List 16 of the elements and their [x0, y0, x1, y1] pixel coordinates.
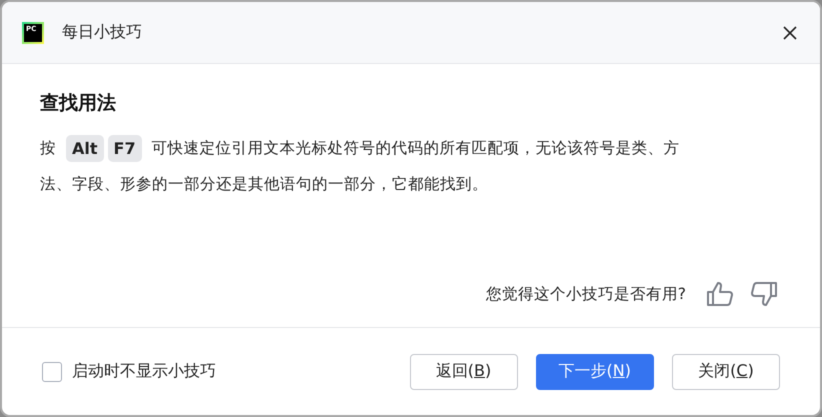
checkbox[interactable] [42, 362, 62, 382]
tip-text: 法、字段、形参的一部分还是其他语句的一部分，它都能找到。 [40, 174, 488, 195]
thumbs-up-icon[interactable] [706, 281, 734, 307]
key-chip: F7 [108, 134, 142, 162]
thumbs-down-icon[interactable] [750, 281, 778, 307]
dialog-button[interactable]: 关闭(C) [672, 354, 780, 390]
next-button[interactable]: 下一步(N) [536, 354, 654, 390]
key-chip: Alt [66, 134, 104, 162]
tip-title: 查找用法 [40, 91, 117, 116]
tip-text: 可快速定位引用文本光标处符号的代码的所有匹配项，无论该符号是类、方 [152, 138, 680, 159]
dialog-button[interactable]: 返回(B) [410, 354, 518, 390]
checkbox-label: 启动时不显示小技巧 [72, 361, 216, 382]
feedback-question: 您觉得这个小技巧是否有用? [486, 284, 686, 304]
close-icon [782, 24, 798, 40]
window-title: 每日小技巧 [62, 22, 143, 43]
tip-text: 按 [40, 138, 56, 159]
